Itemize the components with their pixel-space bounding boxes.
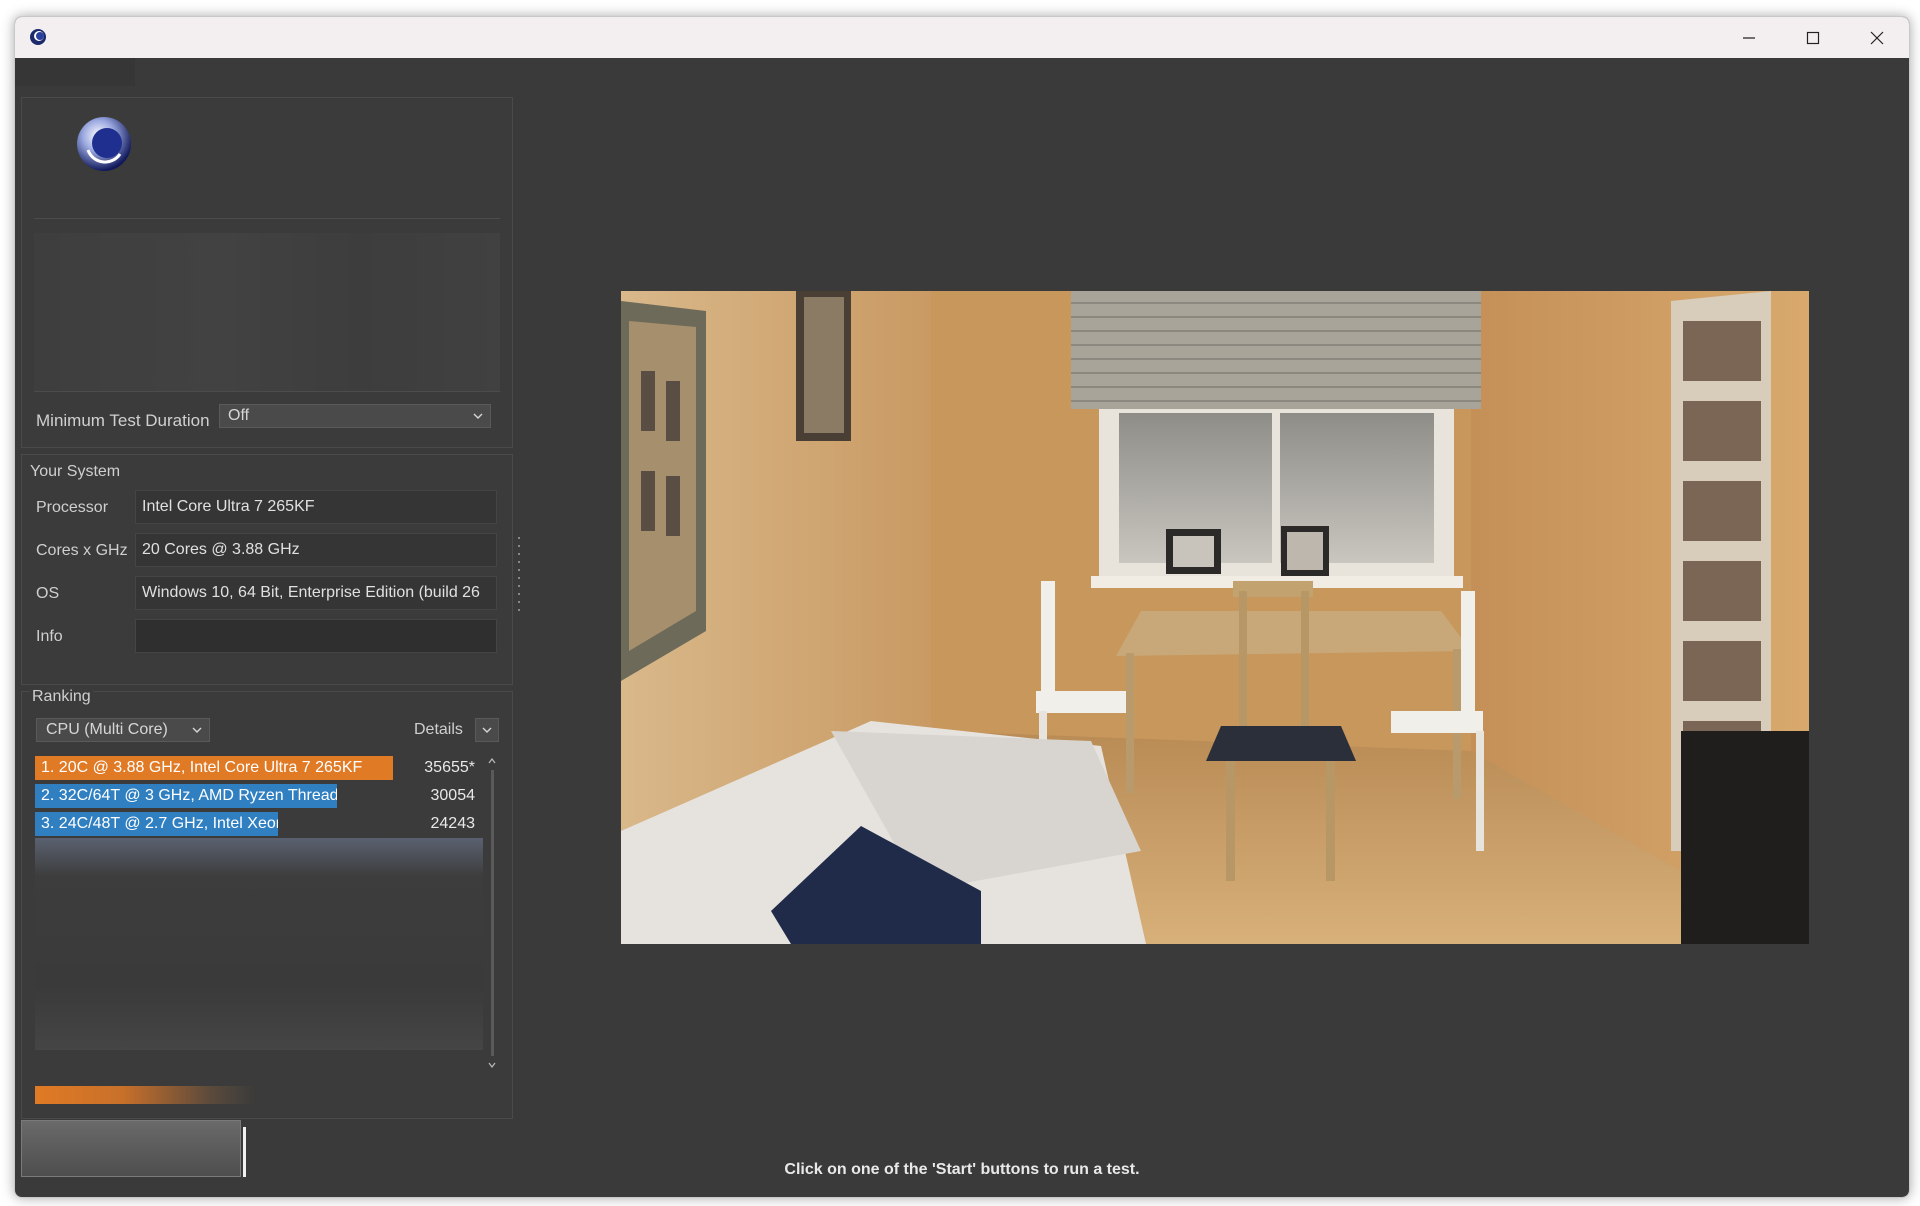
app-window: Cinebench 2024 Minimum Test Duration Off… [14, 16, 1910, 1198]
details-label: Details [414, 721, 463, 738]
title-bar: Cinebench 2024 [15, 17, 1909, 58]
ranking-bar: 3. 24C/48T @ 2.7 GHz, Intel Xeon W-3265M… [35, 812, 278, 836]
minimize-icon [1743, 36, 1755, 39]
ranking-score: 30054 [430, 787, 476, 804]
close-icon [1870, 31, 1884, 44]
your-system-title: Your System [30, 463, 121, 480]
panel-splitter-handle[interactable] [517, 537, 521, 657]
ranking-mode-select[interactable]: CPU (Multi Core) [36, 718, 210, 742]
ranking-scrollbar[interactable] [487, 756, 497, 1070]
min-test-duration-value: Off [228, 407, 250, 424]
cinebench-app-icon [30, 29, 46, 45]
progress-strip [35, 1086, 255, 1104]
logo-divider [34, 218, 500, 219]
status-message: Click on one of the 'Start' buttons to r… [784, 1161, 1140, 1178]
render-preview-image [621, 291, 1809, 944]
your-system-panel: Your System Processor Intel Core Ultra 7… [21, 454, 513, 685]
ranking-title: Ranking [30, 688, 93, 706]
min-test-duration-label: Minimum Test Duration [36, 411, 210, 430]
scroll-up-icon[interactable] [487, 756, 497, 766]
details-button[interactable] [475, 718, 499, 742]
maximize-icon [1806, 31, 1820, 44]
minimize-button[interactable] [1717, 17, 1781, 58]
processor-label: Processor [36, 499, 109, 516]
ranking-panel: Ranking CPU (Multi Core) Details 1. 20C … [21, 688, 513, 1119]
cores-label: Cores x GHz [36, 542, 128, 559]
ranking-row[interactable]: 2. 32C/64T @ 3 GHz, AMD Ryzen Threadripp… [35, 784, 483, 808]
chevron-down-icon [473, 413, 483, 419]
scroll-thumb[interactable] [491, 770, 494, 1056]
ranking-score: 35655* [424, 759, 475, 776]
processor-field[interactable]: Intel Core Ultra 7 265KF [135, 490, 497, 524]
ranking-list[interactable]: 1. 20C @ 3.88 GHz, Intel Core Ultra 7 26… [35, 756, 483, 1070]
os-field[interactable]: Windows 10, 64 Bit, Enterprise Edition (… [135, 576, 497, 610]
ranking-row[interactable]: 1. 20C @ 3.88 GHz, Intel Core Ultra 7 26… [35, 756, 483, 780]
min-test-duration-select[interactable]: Off [219, 404, 491, 428]
render-preview [621, 291, 1809, 944]
benchmark-panel: Minimum Test Duration Off [21, 97, 513, 448]
info-field[interactable] [135, 619, 497, 653]
info-label: Info [36, 628, 63, 645]
ranking-mode-value: CPU (Multi Core) [46, 721, 168, 738]
ranking-bar: 1. 20C @ 3.88 GHz, Intel Core Ultra 7 26… [35, 756, 393, 780]
sidebar: Minimum Test Duration Off Your System Pr… [21, 97, 513, 1177]
chevron-down-icon [192, 727, 202, 733]
ranking-score: 24243 [430, 815, 476, 832]
ranking-bar: 2. 32C/64T @ 3 GHz, AMD Ryzen Threadripp… [35, 784, 337, 808]
cinebench-logo-icon [77, 117, 131, 171]
os-label: OS [36, 585, 60, 602]
chevron-down-icon [482, 727, 492, 733]
scroll-down-icon[interactable] [487, 1060, 497, 1070]
close-button[interactable] [1845, 17, 1909, 58]
ranking-row[interactable]: 3. 24C/48T @ 2.7 GHz, Intel Xeon W-3265M… [35, 812, 483, 836]
cores-field[interactable]: 20 Cores @ 3.88 GHz [135, 533, 497, 567]
test-list-area[interactable] [34, 233, 500, 392]
menu-bar[interactable] [15, 58, 135, 86]
window-title: Cinebench 2024 [57, 28, 167, 45]
maximize-button[interactable] [1781, 17, 1845, 58]
ranking-list-more [35, 838, 483, 1050]
